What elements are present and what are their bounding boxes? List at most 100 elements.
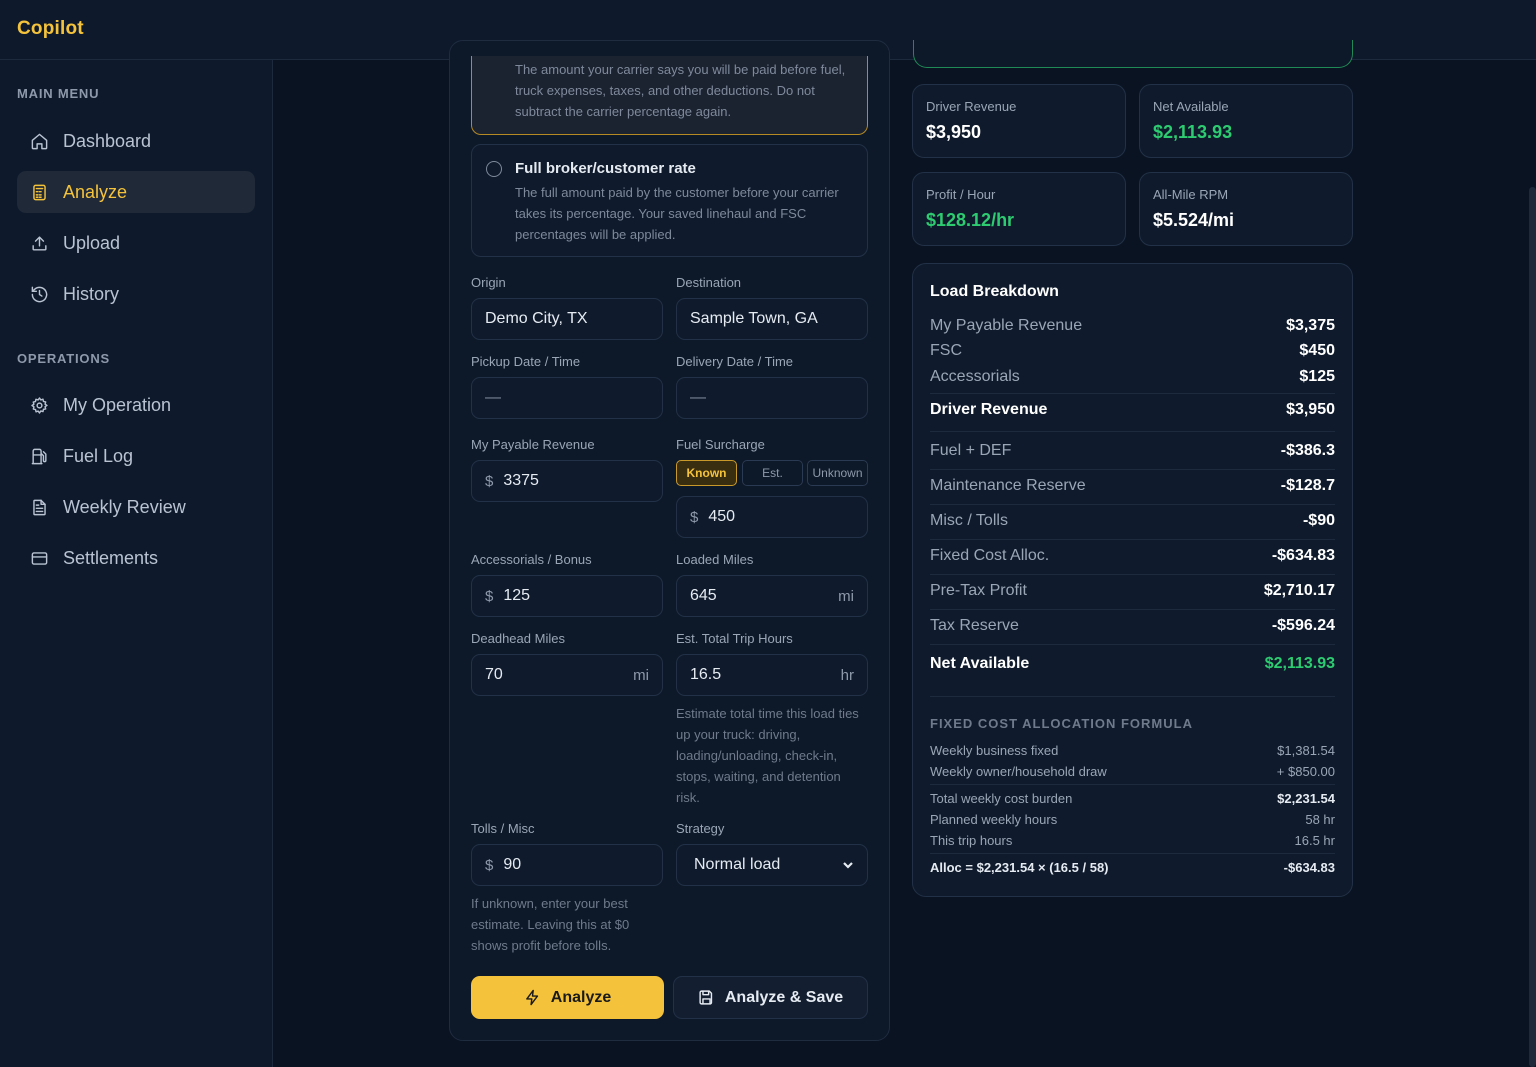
- sidebar-item-history[interactable]: History: [17, 273, 255, 315]
- chevron-down-icon: [843, 862, 853, 869]
- sidebar-item-my-operation[interactable]: My Operation: [17, 384, 255, 426]
- formula-row: Weekly business fixed $1,381.54: [930, 743, 1335, 758]
- option-title: Full broker/customer rate: [515, 160, 696, 177]
- sidebar-item-label: Fuel Log: [63, 445, 134, 466]
- currency-prefix: $: [485, 472, 494, 490]
- tolls-input[interactable]: $ 90: [471, 844, 663, 886]
- breakdown-row-net-available: Net Available $2,113.93: [930, 655, 1335, 672]
- divider: [930, 469, 1335, 470]
- fsc-mode-known[interactable]: Known: [676, 460, 737, 486]
- origin-value: Demo City, TX: [485, 310, 588, 327]
- driver-revenue-card: Driver Revenue $3,950: [912, 84, 1126, 158]
- formula-row: Planned weekly hours 58 hr: [930, 812, 1335, 827]
- deadhead-input[interactable]: 70 mi: [471, 654, 663, 696]
- sidebar-item-analyze[interactable]: Analyze: [17, 171, 255, 213]
- unit-suffix: hr: [840, 666, 854, 684]
- radio-button[interactable]: [486, 161, 502, 177]
- origin-input[interactable]: Demo City, TX: [471, 298, 663, 340]
- unit-suffix: mi: [838, 587, 854, 605]
- divider: [930, 609, 1335, 610]
- fsc-mode-unknown[interactable]: Unknown: [807, 460, 868, 486]
- analyze-button[interactable]: Analyze: [471, 976, 664, 1019]
- breakdown-row: My Payable Revenue $3,375: [930, 317, 1335, 334]
- breakdown-row: FSC $450: [930, 342, 1335, 359]
- stat-value: $3,950: [926, 122, 982, 142]
- stat-label: Net Available: [1153, 99, 1229, 114]
- analyze-save-button[interactable]: Analyze & Save: [673, 976, 868, 1019]
- fsc-value: 450: [708, 508, 736, 525]
- breakdown-row: Misc / Tolls -$90: [930, 512, 1335, 529]
- sidebar-item-label: History: [63, 283, 120, 304]
- stat-value: $2,113.93: [1153, 122, 1233, 142]
- trip-hours-help: Estimate total time this load ties up yo…: [676, 706, 859, 805]
- sidebar-item-label: Weekly Review: [63, 496, 186, 517]
- breakdown-row-driver-revenue: Driver Revenue $3,950: [930, 401, 1335, 418]
- stat-label: Driver Revenue: [926, 99, 1017, 114]
- stat-label: Profit / Hour: [926, 187, 996, 202]
- unit-suffix: mi: [633, 666, 649, 684]
- operations-label: OPERATIONS: [17, 351, 110, 366]
- strategy-select[interactable]: Normal load: [676, 844, 868, 886]
- fsc-mode-est[interactable]: Est.: [742, 460, 803, 486]
- breakdown-row: Accessorials $125: [930, 368, 1335, 385]
- stat-label: All-Mile RPM: [1153, 187, 1229, 202]
- option-carrier-payable[interactable]: The amount your carrier says you will be…: [471, 56, 868, 135]
- trip-hours-input[interactable]: 16.5 hr: [676, 654, 868, 696]
- brand-logo[interactable]: Copilot: [17, 18, 84, 40]
- sidebar-item-label: Analyze: [63, 181, 128, 202]
- divider: [930, 644, 1335, 645]
- pickup-input[interactable]: —: [471, 377, 663, 419]
- loaded-miles-input[interactable]: 645 mi: [676, 575, 868, 617]
- sidebar-item-settlements[interactable]: Settlements: [17, 537, 255, 579]
- formula-row: Total weekly cost burden $2,231.54: [930, 791, 1335, 806]
- analyze-button-label: Analyze: [550, 988, 612, 1006]
- breakdown-row: Fuel + DEF -$386.3: [930, 442, 1335, 459]
- history-icon: [31, 286, 48, 302]
- breakdown-title: Load Breakdown: [930, 283, 1059, 300]
- option-full-broker-rate[interactable]: Full broker/customer rate The full amoun…: [471, 144, 868, 257]
- accessorials-value: 125: [503, 587, 531, 604]
- sidebar-item-upload[interactable]: Upload: [17, 222, 255, 264]
- pickup-label: Pickup Date / Time: [471, 354, 581, 369]
- calculator-icon: [33, 184, 46, 200]
- destination-input[interactable]: Sample Town, GA: [676, 298, 868, 340]
- option-description: The full amount paid by the customer bef…: [515, 185, 839, 242]
- formula-row: This trip hours 16.5 hr: [930, 833, 1335, 848]
- origin-label: Origin: [471, 275, 506, 290]
- card-icon: [31, 551, 48, 565]
- breakdown-row: Fixed Cost Alloc. -$634.83: [930, 547, 1335, 564]
- divider: [930, 853, 1335, 854]
- pickup-value: —: [485, 389, 501, 406]
- delivery-input[interactable]: —: [676, 377, 868, 419]
- upload-icon: [32, 235, 47, 251]
- sidebar-item-label: My Operation: [63, 394, 172, 415]
- divider: [930, 431, 1335, 432]
- trip-hours-label: Est. Total Trip Hours: [676, 631, 793, 646]
- main-menu-label: MAIN MENU: [17, 86, 100, 101]
- page-scrollbar[interactable]: [1529, 187, 1536, 1067]
- sidebar-item-label: Upload: [63, 232, 121, 253]
- document-icon: [33, 499, 46, 515]
- payable-input[interactable]: $ 3375: [471, 460, 663, 502]
- delivery-label: Delivery Date / Time: [676, 354, 794, 369]
- currency-prefix: $: [485, 856, 494, 874]
- breakdown-row: Maintenance Reserve -$128.7: [930, 477, 1335, 494]
- sidebar-item-weekly-review[interactable]: Weekly Review: [17, 486, 255, 528]
- accessorials-label: Accessorials / Bonus: [471, 552, 592, 567]
- deadhead-label: Deadhead Miles: [471, 631, 565, 646]
- breakdown-row: Tax Reserve -$596.24: [930, 617, 1335, 634]
- delivery-value: —: [690, 389, 706, 406]
- destination-label: Destination: [676, 275, 742, 290]
- sidebar-item-fuel-log[interactable]: Fuel Log: [17, 435, 255, 477]
- sidebar-item-label: Settlements: [63, 547, 159, 568]
- divider: [930, 393, 1335, 394]
- tolls-value: 90: [503, 856, 522, 873]
- formula-row-alloc: Alloc = $2,231.54 × (16.5 / 58) -$634.83: [930, 860, 1335, 875]
- tolls-label: Tolls / Misc: [471, 821, 535, 836]
- breakdown-row: Pre-Tax Profit $2,710.17: [930, 582, 1335, 599]
- divider: [930, 784, 1335, 785]
- accessorials-input[interactable]: $ 125: [471, 575, 663, 617]
- fsc-input[interactable]: $ 450: [676, 496, 868, 538]
- sidebar-item-label: Dashboard: [63, 130, 152, 151]
- sidebar-item-dashboard[interactable]: Dashboard: [17, 120, 255, 162]
